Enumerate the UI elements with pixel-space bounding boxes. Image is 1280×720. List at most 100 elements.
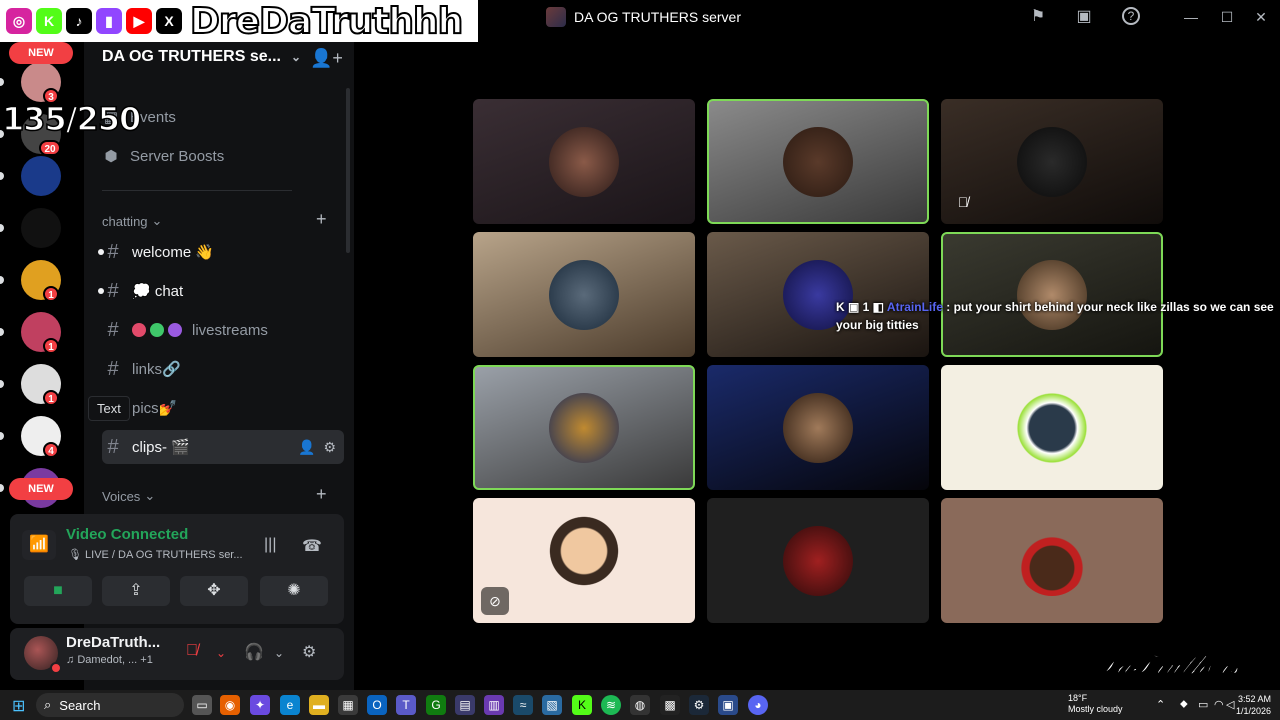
voice-channel-text: LIVE / DA OG TRUTHERS ser... bbox=[85, 549, 243, 561]
channel-livestreams[interactable]: # livestreams bbox=[102, 313, 344, 347]
status-indicator bbox=[50, 662, 62, 674]
copilot-icon[interactable]: ✦ bbox=[250, 695, 270, 715]
tray-app-icon[interactable]: ⬥ bbox=[1180, 698, 1188, 711]
video-tile[interactable] bbox=[707, 365, 929, 490]
minimize-button[interactable]: — bbox=[1176, 6, 1206, 28]
video-tile[interactable] bbox=[473, 365, 695, 490]
chevron-down-icon: ⌄ bbox=[151, 213, 163, 228]
category-chatting[interactable]: chatting ⌄ bbox=[102, 213, 162, 229]
spotify-icon[interactable]: ≋ bbox=[601, 695, 621, 715]
teams-icon[interactable]: T bbox=[396, 695, 416, 715]
server-boosts-row[interactable]: ⬢ Server Boosts bbox=[102, 147, 225, 166]
channel-pics[interactable]: # pics💅 bbox=[102, 391, 344, 425]
video-tile[interactable] bbox=[941, 232, 1163, 357]
channel-clips[interactable]: # clips- 🎬 👤 ⚙ bbox=[102, 430, 344, 464]
soundboard-button[interactable]: ✺ bbox=[260, 576, 328, 606]
voice-status[interactable]: Video Connected bbox=[66, 526, 188, 543]
boosts-label: Server Boosts bbox=[130, 147, 225, 165]
server-unread-pip bbox=[0, 276, 4, 284]
invite-icon[interactable]: 👤 bbox=[298, 439, 315, 456]
noise-suppression-icon[interactable]: ||| bbox=[264, 536, 276, 554]
server-avatar-n[interactable] bbox=[21, 156, 61, 196]
twitch-icon: ▮ bbox=[96, 8, 122, 34]
video-tile[interactable] bbox=[941, 498, 1163, 623]
purple-circle-emoji bbox=[168, 323, 182, 337]
server-avatar-m[interactable] bbox=[21, 208, 61, 248]
chevron-down-icon[interactable]: ⌄ bbox=[216, 646, 226, 660]
windows-start-icon[interactable]: ⊞ bbox=[12, 696, 25, 716]
video-tile[interactable] bbox=[941, 365, 1163, 490]
flag-icon[interactable]: ⚑ bbox=[1028, 7, 1048, 27]
taskbar: ⊞ ⌕ Search ▭ ◉ ✦ e ▬ ▦ O T G ▤ ▥ ≈ ▧ K ≋… bbox=[0, 690, 1280, 720]
kick-app-icon[interactable]: K bbox=[572, 695, 592, 715]
store-icon[interactable]: ▦ bbox=[338, 695, 358, 715]
activities-button[interactable]: ✥ bbox=[180, 576, 248, 606]
chevron-up-icon[interactable]: ⌃ bbox=[1156, 698, 1165, 711]
voice-channel-name[interactable]: 🎙 LIVE / DA OG TRUTHERS ser... bbox=[68, 548, 243, 561]
new-badge-top[interactable]: NEW bbox=[9, 42, 73, 64]
system-clock[interactable]: 3:52 AM 1/1/2026 bbox=[1236, 693, 1271, 717]
volume-icon[interactable]: ◁ bbox=[1226, 698, 1234, 711]
signal-icon[interactable]: 📶 bbox=[22, 530, 56, 560]
taskbar-search[interactable]: ⌕ Search bbox=[36, 693, 184, 717]
chevron-down-icon[interactable]: ⌄ bbox=[274, 646, 284, 660]
maximize-button[interactable]: ☐ bbox=[1212, 6, 1242, 28]
gear-icon[interactable]: ⚙ bbox=[302, 642, 316, 662]
video-tile[interactable]: 🎙̸ bbox=[941, 99, 1163, 224]
obs-icon[interactable]: ◍ bbox=[630, 695, 650, 715]
goal-counter: 135/250 bbox=[1, 99, 142, 139]
help-icon[interactable]: ? bbox=[1122, 7, 1140, 25]
gear-icon[interactable]: ⚙ bbox=[323, 439, 336, 456]
mic-muted-icon[interactable]: 🎙̸ bbox=[186, 642, 198, 660]
category-voices-label: Voices bbox=[102, 488, 141, 504]
channel-welcome[interactable]: # welcome 👋 bbox=[98, 235, 344, 269]
video-tile[interactable]: ⊘ bbox=[473, 498, 695, 623]
create-channel-button[interactable]: + bbox=[316, 209, 327, 230]
close-button[interactable]: ✕ bbox=[1246, 6, 1276, 28]
screen-share-button[interactable]: ⇪ bbox=[102, 576, 170, 606]
window-title: DA OG TRUTHERS server bbox=[546, 7, 741, 27]
inbox-icon[interactable]: ▣ bbox=[1074, 7, 1094, 27]
discord-icon[interactable]: ◕ bbox=[748, 695, 768, 715]
user-activity-text: Damedot, ... +1 bbox=[77, 654, 153, 666]
steam-icon[interactable]: ⚙ bbox=[689, 695, 709, 715]
xbox-icon[interactable]: G bbox=[426, 695, 446, 715]
weather-widget[interactable]: 18°F Mostly cloudy bbox=[1046, 693, 1123, 715]
camera-button[interactable]: ■ bbox=[24, 576, 92, 606]
create-voice-channel-button[interactable]: + bbox=[316, 484, 327, 505]
server-unread-pip bbox=[0, 172, 4, 180]
video-tile[interactable] bbox=[473, 99, 695, 224]
video-tile[interactable] bbox=[707, 232, 929, 357]
video-tile[interactable] bbox=[707, 99, 929, 224]
file-explorer-icon[interactable]: ▬ bbox=[309, 695, 329, 715]
channel-label: welcome 👋 bbox=[132, 244, 215, 261]
sidebar-scrollbar[interactable] bbox=[346, 88, 350, 253]
channel-chat[interactable]: # 💭 chat bbox=[98, 274, 344, 308]
app-icon-4[interactable]: ▩ bbox=[660, 695, 680, 715]
video-tile[interactable] bbox=[473, 232, 695, 357]
disconnect-icon[interactable]: ☎ bbox=[302, 536, 322, 556]
category-voices[interactable]: Voices ⌄ bbox=[102, 488, 155, 504]
firefox-icon[interactable]: ◉ bbox=[220, 695, 240, 715]
app-icon-3[interactable]: ≈ bbox=[513, 695, 533, 715]
participant-video bbox=[783, 392, 853, 463]
server-header[interactable]: DA OG TRUTHERS se... ⌄ bbox=[102, 48, 301, 66]
invite-people-icon[interactable]: 👤+ bbox=[310, 48, 343, 69]
username[interactable]: DreDaTruth... bbox=[66, 634, 160, 651]
channel-label: 💭 chat bbox=[132, 283, 184, 300]
photos-icon[interactable]: ▧ bbox=[542, 695, 562, 715]
search-icon: ⌕ bbox=[44, 697, 52, 712]
weather-temp: 18°F bbox=[1068, 693, 1088, 703]
network-icon[interactable]: ▭ bbox=[1198, 698, 1208, 711]
new-badge-bottom[interactable]: NEW bbox=[9, 478, 73, 500]
app-icon-2[interactable]: ▥ bbox=[484, 695, 504, 715]
edge-icon[interactable]: e bbox=[280, 695, 300, 715]
wifi-icon[interactable]: ◠ bbox=[1214, 698, 1224, 711]
app-icon-5[interactable]: ▣ bbox=[718, 695, 738, 715]
outlook-icon[interactable]: O bbox=[367, 695, 387, 715]
app-icon-1[interactable]: ▤ bbox=[455, 695, 475, 715]
channel-links[interactable]: # links🔗 bbox=[102, 352, 344, 386]
headphones-icon[interactable]: 🎧 bbox=[244, 642, 264, 662]
task-view-icon[interactable]: ▭ bbox=[192, 695, 212, 715]
video-tile[interactable] bbox=[707, 498, 929, 623]
